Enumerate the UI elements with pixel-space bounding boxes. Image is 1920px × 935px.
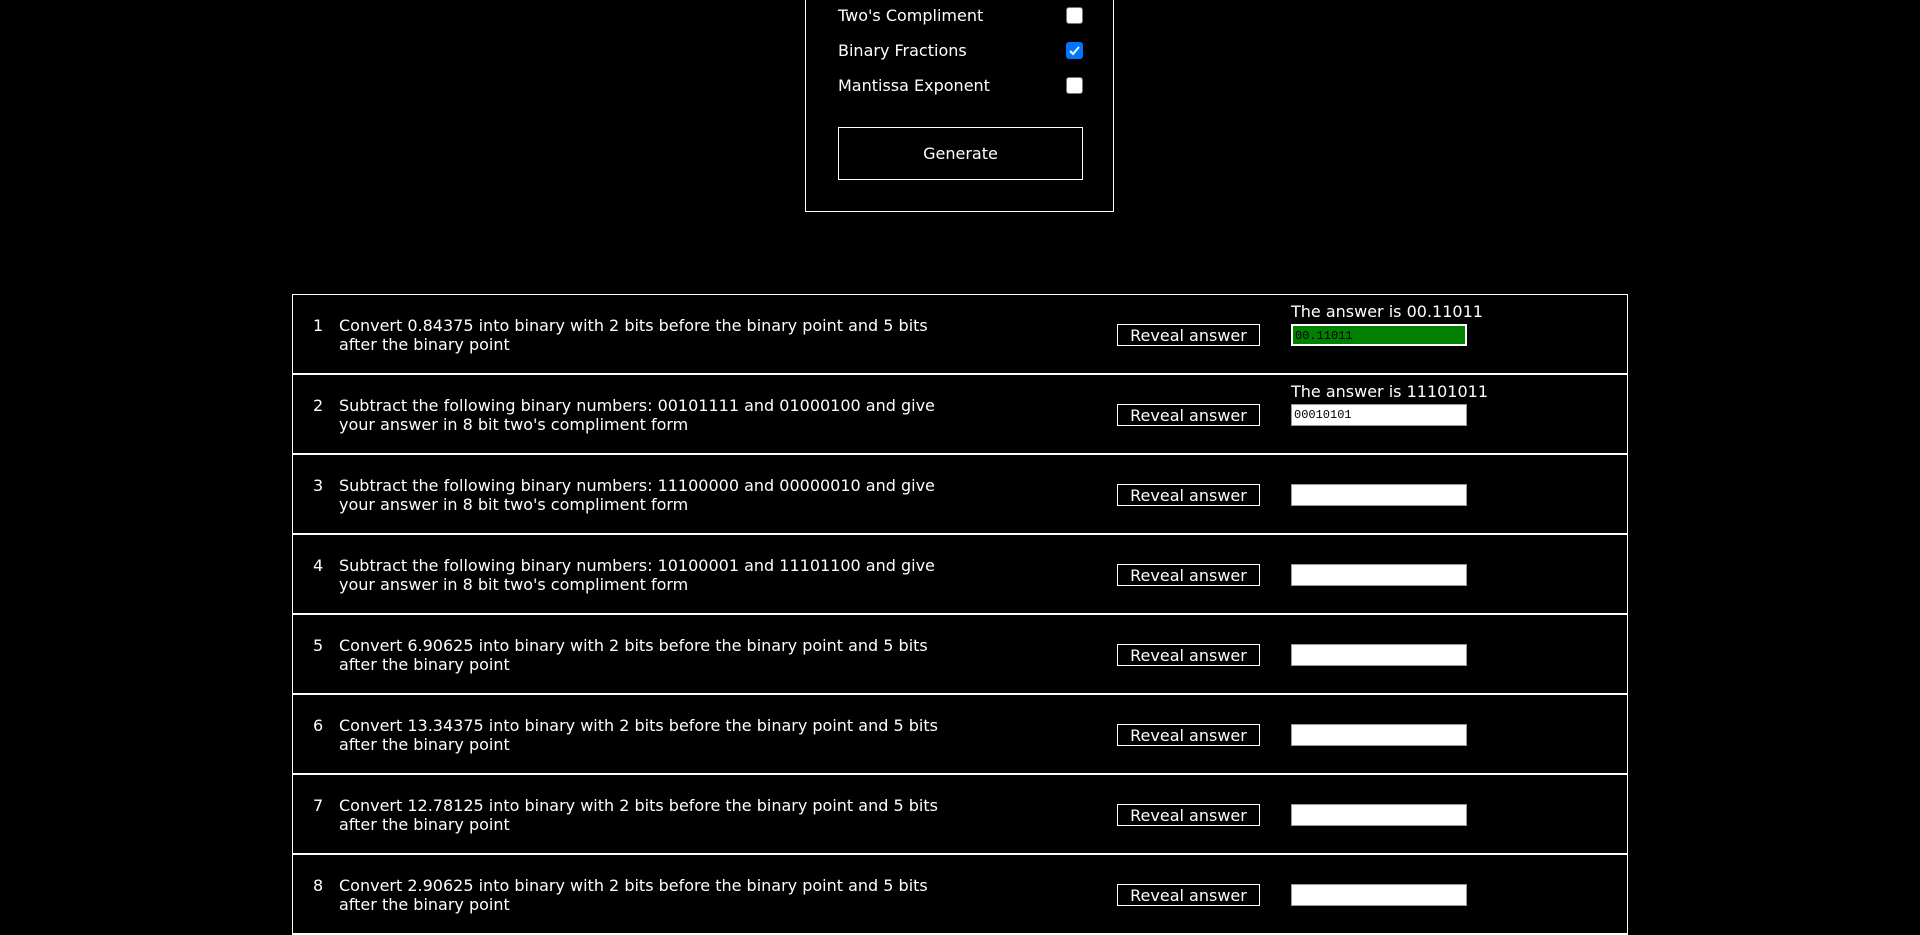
question-number: 5 <box>313 636 324 655</box>
answer-input[interactable] <box>1291 724 1467 746</box>
reveal-answer-button[interactable]: Reveal answer <box>1117 564 1260 586</box>
question-text: Subtract the following binary numbers: 1… <box>339 476 935 514</box>
question-row: 1 Convert 0.84375 into binary with 2 bit… <box>293 295 1627 375</box>
question-number: 3 <box>313 476 324 495</box>
option-mantissa-exponent: Mantissa Exponent <box>838 74 1083 96</box>
question-text: Subtract the following binary numbers: 1… <box>339 556 935 594</box>
reveal-answer-button[interactable]: Reveal answer <box>1117 804 1260 826</box>
question-row: 8 Convert 2.90625 into binary with 2 bit… <box>293 855 1627 935</box>
answer-input[interactable] <box>1291 804 1467 826</box>
option-label: Binary Fractions <box>838 40 967 60</box>
question-row: 5 Convert 6.90625 into binary with 2 bit… <box>293 615 1627 695</box>
option-label: Two's Compliment <box>838 5 984 25</box>
generate-button[interactable]: Generate <box>838 127 1083 180</box>
answer-input[interactable] <box>1291 644 1467 666</box>
question-number: 6 <box>313 716 324 735</box>
mantissa-exponent-checkbox[interactable] <box>1066 76 1083 94</box>
question-text: Convert 6.90625 into binary with 2 bits … <box>339 636 928 674</box>
question-text: Subtract the following binary numbers: 0… <box>339 396 935 434</box>
reveal-answer-button[interactable]: Reveal answer <box>1117 484 1260 506</box>
answer-input[interactable] <box>1291 484 1467 506</box>
binary-fractions-checkbox[interactable] <box>1066 41 1083 59</box>
question-row: 3 Subtract the following binary numbers:… <box>293 455 1627 535</box>
question-row: 2 Subtract the following binary numbers:… <box>293 375 1627 455</box>
question-number: 7 <box>313 796 324 815</box>
question-number: 2 <box>313 396 324 415</box>
answer-input[interactable] <box>1291 884 1467 906</box>
question-number: 4 <box>313 556 324 575</box>
questions-table: 1 Convert 0.84375 into binary with 2 bit… <box>292 294 1628 935</box>
question-row: 6 Convert 13.34375 into binary with 2 bi… <box>293 695 1627 775</box>
option-label: Mantissa Exponent <box>838 75 990 95</box>
question-text: Convert 12.78125 into binary with 2 bits… <box>339 796 938 834</box>
option-binary-fractions: Binary Fractions <box>838 39 1083 61</box>
reveal-answer-button[interactable]: Reveal answer <box>1117 884 1260 906</box>
question-text: Convert 13.34375 into binary with 2 bits… <box>339 716 938 754</box>
checkmark-icon <box>1069 45 1080 55</box>
reveal-answer-button[interactable]: Reveal answer <box>1117 404 1260 426</box>
answer-reveal-text: The answer is 11101011 <box>1291 382 1489 401</box>
question-number: 8 <box>313 876 324 895</box>
question-text: Convert 0.84375 into binary with 2 bits … <box>339 316 928 354</box>
twos-compliment-checkbox[interactable] <box>1066 6 1083 24</box>
question-text: Convert 2.90625 into binary with 2 bits … <box>339 876 928 914</box>
option-twos-compliment: Two's Compliment <box>838 4 1083 26</box>
answer-input[interactable] <box>1291 564 1467 586</box>
question-number: 1 <box>313 316 324 335</box>
answer-input[interactable]: 00010101 <box>1291 404 1467 426</box>
reveal-answer-button[interactable]: Reveal answer <box>1117 324 1260 346</box>
question-row: 4 Subtract the following binary numbers:… <box>293 535 1627 615</box>
reveal-answer-button[interactable]: Reveal answer <box>1117 724 1260 746</box>
settings-panel: Two's Compliment Binary Fractions Mantis… <box>805 0 1114 212</box>
answer-reveal-text: The answer is 00.11011 <box>1291 302 1483 321</box>
answer-input[interactable]: 00.11011 <box>1291 324 1467 346</box>
question-row: 7 Convert 12.78125 into binary with 2 bi… <box>293 775 1627 855</box>
reveal-answer-button[interactable]: Reveal answer <box>1117 644 1260 666</box>
